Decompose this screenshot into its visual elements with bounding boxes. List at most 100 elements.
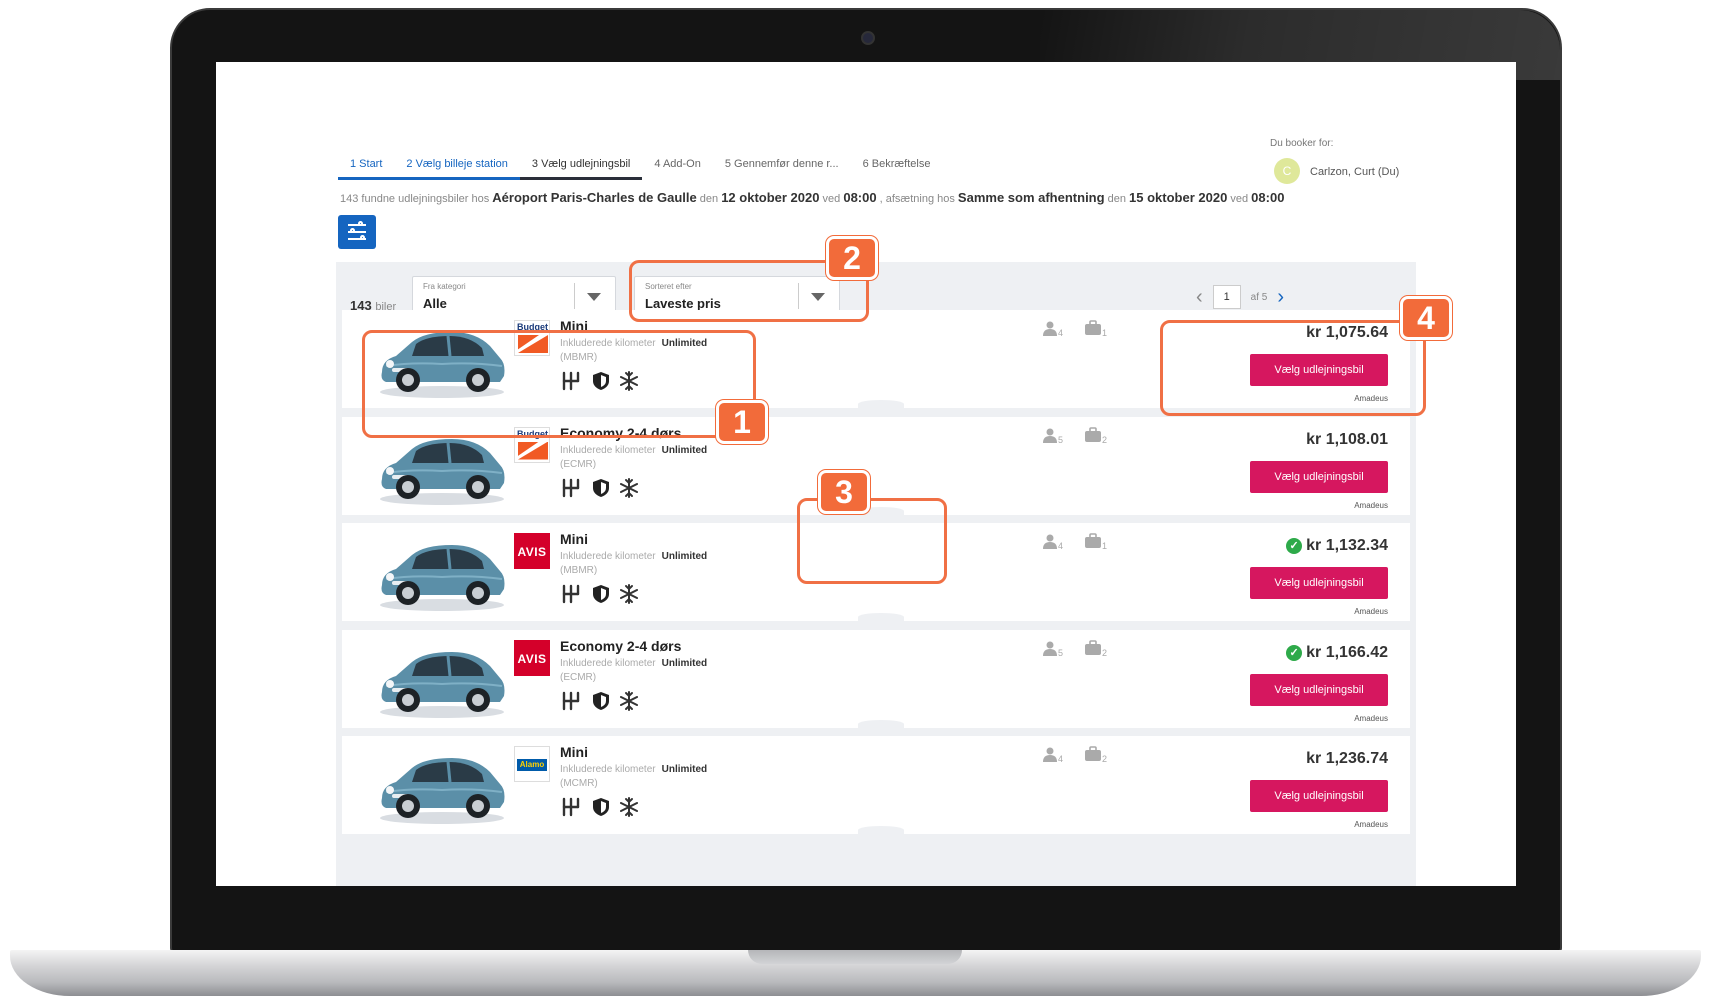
car-category: Mini [560,531,588,547]
expand-handle[interactable] [858,826,904,834]
suitcase-icon [1084,320,1102,338]
callout-box-4 [1160,320,1426,416]
seats-count: 5 [1058,647,1064,658]
bags: 2 [1084,639,1108,658]
dropoff-time: 08:00 [1251,190,1285,205]
car-card: AVIS Economy 2-4 dørs Inkluderede kilome… [342,629,1410,728]
seats: 4 [1042,746,1063,764]
dropoff-date: 15 oktober 2020 [1129,190,1228,205]
callout-badge-4: 4 [1400,296,1452,340]
suitcase-icon [1084,426,1102,445]
price: ✓ kr 1,166.42 [1286,644,1388,662]
step-5: 5 Gennemfør denne r... [724,158,839,170]
mileage-info: Inkluderede kilometer Unlimited [560,445,707,456]
shield-icon [590,477,612,499]
provider-label: Amadeus [1354,820,1388,829]
seats: 4 [1042,320,1063,338]
mileage-info: Inkluderede kilometer Unlimited [560,764,707,775]
person-icon [1042,534,1058,551]
mileage-info: Inkluderede kilometer Unlimited [560,551,707,562]
price: kr 1,236.74 [1306,750,1388,768]
summary-text: den [1104,193,1130,205]
person-icon [1042,321,1058,338]
summary-text: 143 fundne udlejningsbiler hos [340,193,493,205]
bags: 1 [1084,533,1107,551]
price-value: kr 1,132.34 [1306,537,1388,554]
car-card: Alamo Mini Inkluderede kilometer Unlimite… [342,736,1410,834]
price: kr 1,108.01 [1306,431,1388,449]
select-car-button[interactable]: Vælg udlejningsbil [1250,567,1388,599]
price-value: kr 1,108.01 [1306,430,1388,448]
search-summary: 143 fundne udlejningsbiler hos Aéroport … [340,190,1284,205]
step-2[interactable]: 2 Vælg billeje station [394,158,520,180]
avatar[interactable]: C [1274,158,1300,184]
pagination: ‹ 1 af 5 › [1196,284,1284,310]
expand-handle[interactable] [858,719,904,728]
laptop-notch [748,950,962,964]
callout-badge-3: 3 [818,470,870,514]
vendor-logo: Alamo [514,746,550,782]
manual-transmission-icon [560,583,582,605]
manual-transmission-icon [560,796,582,818]
seats: 4 [1042,533,1063,551]
summary-text: , afsætning hos [876,193,958,205]
bags: 2 [1084,746,1107,764]
booker-name[interactable]: Carlzon, Curt (Du) [1310,166,1399,178]
snowflake-icon [618,583,640,605]
vendor-logo: AVIS [514,533,550,569]
person-icon [1042,641,1058,658]
step-4: 4 Add-On [654,158,701,170]
car-image [372,746,512,826]
car-image [372,640,512,720]
category-select-value: Alle [423,296,447,311]
webcam [861,31,875,45]
seats-count: 4 [1058,541,1064,551]
mileage-value: Unlimited [661,444,708,456]
vendor-name: AVIS [517,651,547,666]
summary-text: den [696,193,722,205]
person-icon [1042,747,1058,764]
summary-text: ved [1227,193,1252,205]
seats-count: 4 [1058,328,1064,338]
vendor-name: Alamo [517,759,547,771]
chevron-right-icon[interactable]: › [1277,287,1284,307]
car-image [372,533,512,613]
mileage-label: Inkluderede kilometer [560,551,656,562]
bags-count: 1 [1102,328,1108,338]
seats: 5 [1042,640,1063,658]
mileage-value: Unlimited [661,551,708,562]
mileage-info: Inkluderede kilometer Unlimited [560,658,707,669]
mileage-value: Unlimited [661,657,708,669]
provider-label: Amadeus [1354,607,1388,616]
booker-label: Du booker for: [1270,138,1334,149]
page-input[interactable]: 1 [1212,285,1241,309]
step-1[interactable]: 1 Start [338,158,395,180]
select-car-button[interactable]: Vælg udlejningsbil [1250,780,1388,812]
callout-badge-2: 2 [826,236,878,280]
check-icon: ✓ [1286,538,1303,554]
provider-label: Amadeus [1354,713,1388,723]
chevron-left-icon[interactable]: ‹ [1196,287,1203,307]
expand-handle[interactable] [858,613,904,621]
pickup-date: 12 oktober 2020 [721,190,820,205]
filter-button[interactable] [338,215,376,249]
provider-label: Amadeus [1354,500,1388,510]
category-select-label: Fra kategori [423,282,466,291]
price-value: kr 1,236.74 [1306,750,1388,767]
select-car-button[interactable]: Vælg udlejningsbil [1250,673,1388,706]
bags-count: 2 [1102,647,1108,658]
bags: 2 [1084,426,1107,445]
chevron-down-icon [587,293,601,301]
suitcase-icon [1084,746,1102,764]
bags: 1 [1084,320,1107,338]
shield-icon [590,796,612,818]
booking-stepper: 1 Start 2 Vælg billeje station 3 Vælg udle… [338,158,942,180]
shield-icon [590,583,612,605]
expand-handle[interactable] [858,400,904,408]
snowflake-icon [618,690,640,712]
seats-count: 5 [1058,434,1064,445]
mileage-label: Inkluderede kilometer [560,657,656,669]
pickup-time: 08:00 [843,190,877,205]
step-3: 3 Vælg udlejningsbil [519,158,643,180]
select-car-button[interactable]: Vælg udlejningsbil [1250,460,1388,493]
